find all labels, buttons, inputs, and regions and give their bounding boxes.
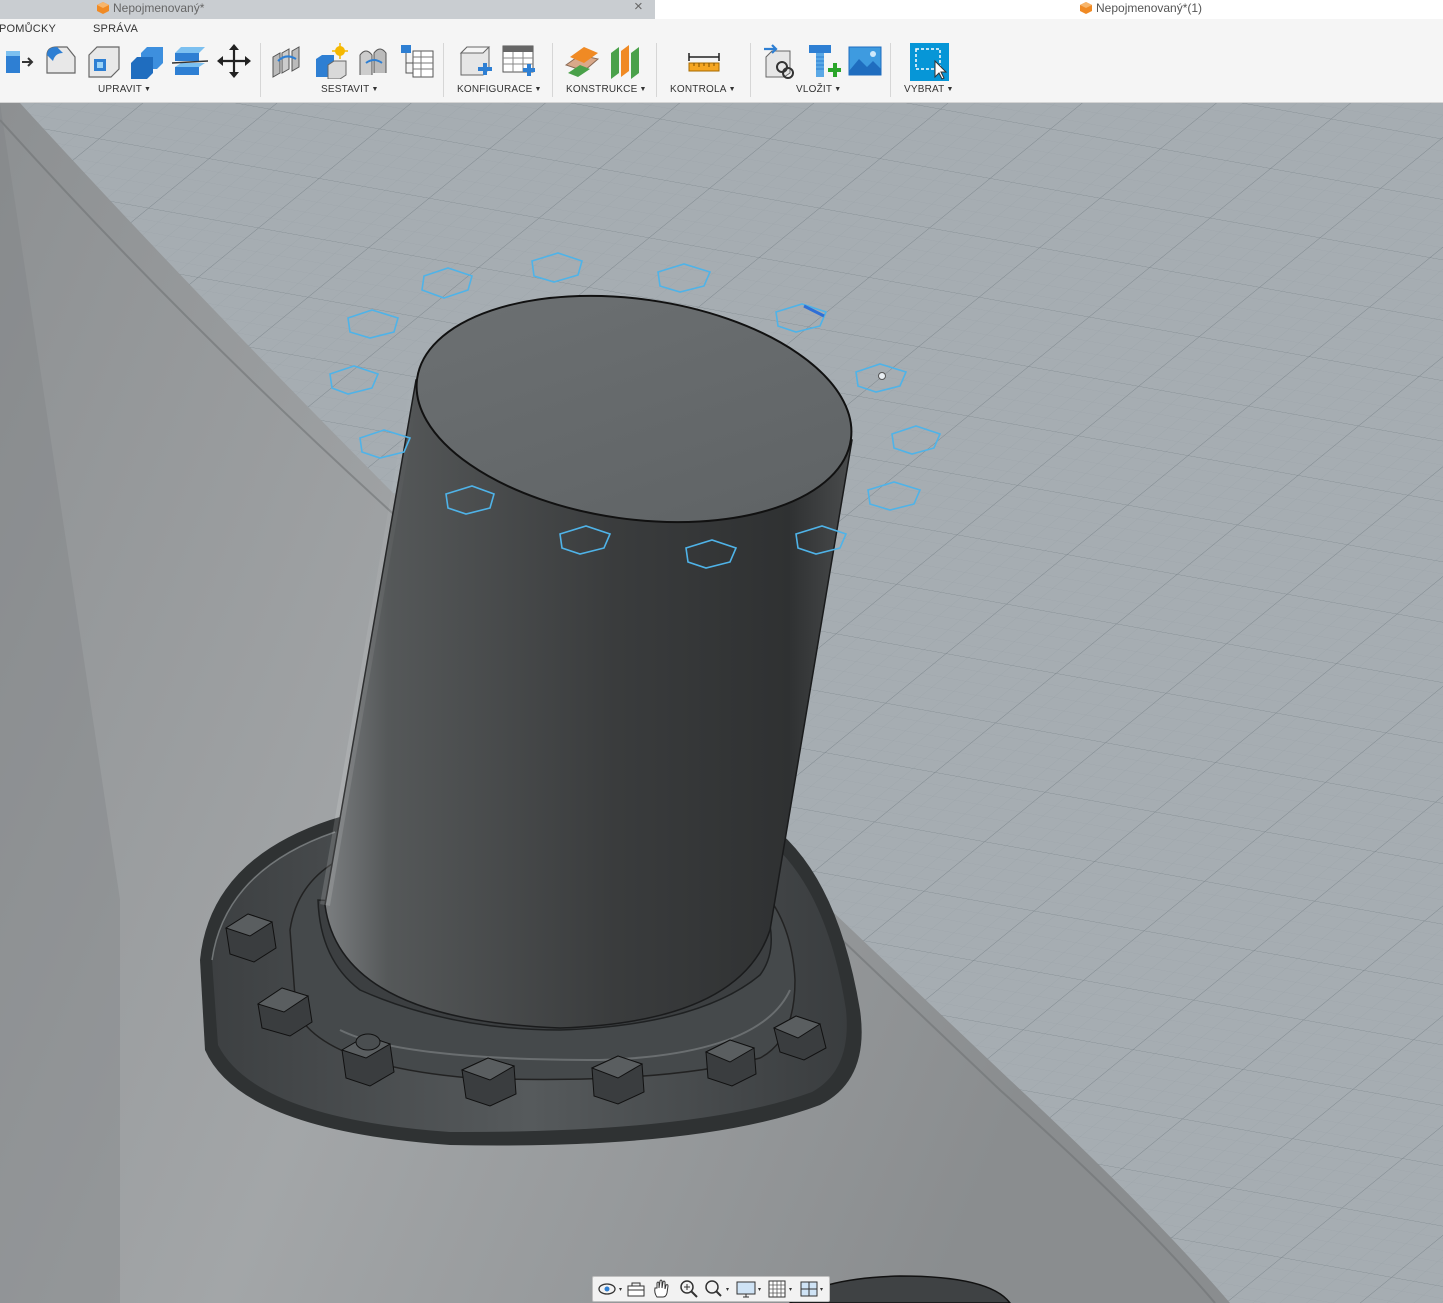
group-label-text: KONFIGURACE <box>457 84 533 95</box>
parameters-table-icon[interactable] <box>501 43 537 79</box>
document-tab-bar: Nepojmenovaný* × Nepojmenovaný*(1) <box>0 0 1443 19</box>
move-icon[interactable] <box>216 43 252 79</box>
fillet-icon[interactable] <box>43 43 79 79</box>
display-settings-icon[interactable] <box>735 1279 765 1299</box>
tab-title-text: Nepojmenovaný*(1) <box>1096 1 1203 15</box>
midplane-icon[interactable] <box>607 43 643 79</box>
toolbar-divider <box>552 43 553 97</box>
viewports-icon[interactable] <box>799 1279 827 1299</box>
look-at-icon[interactable] <box>626 1279 646 1299</box>
group-label-configure[interactable]: KONFIGURACE ▼ <box>457 84 542 95</box>
zoom-icon[interactable] <box>678 1279 700 1299</box>
measure-icon[interactable] <box>686 43 722 79</box>
tab-title-text: Nepojmenovaný* <box>113 1 205 15</box>
orbit-icon[interactable] <box>597 1279 625 1299</box>
configure-icon[interactable] <box>458 43 494 79</box>
shell-icon[interactable] <box>86 43 122 79</box>
sketch-point[interactable] <box>878 372 886 380</box>
group-label-text: UPRAVIT <box>98 84 142 95</box>
split-body-icon[interactable] <box>172 43 208 79</box>
offset-plane-icon[interactable] <box>564 43 600 79</box>
pan-icon[interactable] <box>651 1279 673 1299</box>
new-component-icon[interactable] <box>313 43 349 79</box>
dropdown-caret-icon: ▼ <box>728 86 736 93</box>
document-tab-title: Nepojmenovaný* <box>97 1 204 15</box>
dropdown-caret-icon: ▼ <box>946 86 954 93</box>
dropdown-caret-icon: ▼ <box>144 86 152 93</box>
group-label-text: VLOŽIT <box>796 84 833 95</box>
canvas-viewport[interactable] <box>0 103 1443 1303</box>
document-tab-active[interactable]: Nepojmenovaný*(1) <box>655 0 1443 19</box>
model-scene[interactable] <box>0 103 1443 1303</box>
toolbar-divider <box>443 43 444 97</box>
toolbar-divider <box>750 43 751 97</box>
document-tab-title: Nepojmenovaný*(1) <box>1080 1 1202 15</box>
workspace-tab-manage[interactable]: SPRÁVA <box>93 23 138 35</box>
bill-of-materials-icon[interactable] <box>399 43 435 79</box>
close-tab-icon[interactable]: × <box>634 0 643 15</box>
group-label-construct[interactable]: KONSTRUKCE ▼ <box>566 84 647 95</box>
ribbon-toolbar: POMŮCKY SPRÁVA UPRAVIT ▼ SESTAVIT ▼ KONF… <box>0 19 1443 103</box>
insert-derive-icon[interactable] <box>762 43 798 79</box>
workspace-tab-utilities[interactable]: POMŮCKY <box>0 23 56 35</box>
group-label-insert[interactable]: VLOŽIT ▼ <box>796 84 841 95</box>
insert-canvas-icon[interactable] <box>847 43 883 79</box>
press-pull-icon[interactable] <box>2 43 38 79</box>
toolbar-divider <box>890 43 891 97</box>
group-label-text: KONTROLA <box>670 84 727 95</box>
group-label-text: SESTAVIT <box>321 84 370 95</box>
group-label-text: VYBRAT <box>904 84 945 95</box>
fit-icon[interactable] <box>702 1279 732 1299</box>
group-label-text: KONSTRUKCE <box>566 84 638 95</box>
dropdown-caret-icon: ▼ <box>534 86 542 93</box>
as-built-joint-icon[interactable] <box>356 43 392 79</box>
document-cube-icon <box>97 2 109 14</box>
toolbar-divider <box>656 43 657 97</box>
navigation-bar <box>592 1276 830 1302</box>
group-label-modify[interactable]: UPRAVIT ▼ <box>98 84 151 95</box>
document-cube-icon <box>1080 2 1092 14</box>
dropdown-caret-icon: ▼ <box>834 86 842 93</box>
dropdown-caret-icon: ▼ <box>371 86 379 93</box>
insert-mcmaster-icon[interactable] <box>805 43 841 79</box>
document-tab-inactive[interactable]: Nepojmenovaný* × <box>0 0 655 19</box>
dropdown-caret-icon: ▼ <box>639 86 647 93</box>
group-label-select[interactable]: VYBRAT ▼ <box>904 84 954 95</box>
group-label-assemble[interactable]: SESTAVIT ▼ <box>321 84 379 95</box>
toolbar-divider <box>260 43 261 97</box>
combine-icon[interactable] <box>129 43 165 79</box>
grid-settings-icon[interactable] <box>767 1279 797 1299</box>
group-label-inspect[interactable]: KONTROLA ▼ <box>670 84 736 95</box>
joint-icon[interactable] <box>270 43 306 79</box>
select-window-icon[interactable] <box>910 43 949 81</box>
